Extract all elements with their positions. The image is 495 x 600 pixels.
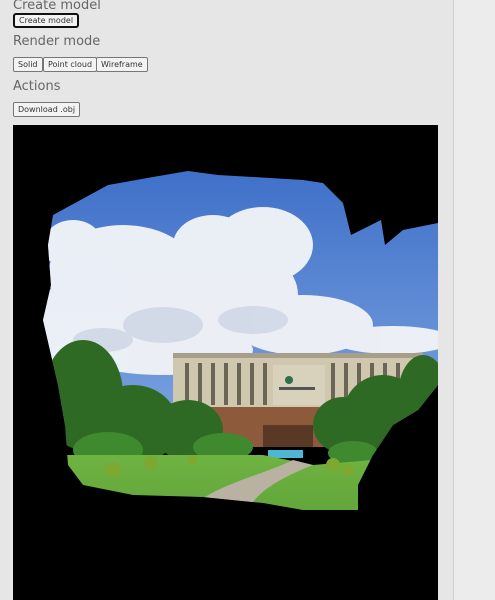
render-mode-heading: Render mode: [13, 34, 101, 49]
side-strip: [454, 0, 495, 600]
render-solid-button[interactable]: Solid: [13, 57, 43, 72]
3d-viewport[interactable]: [13, 125, 438, 600]
actions-heading: Actions: [13, 79, 61, 94]
download-obj-button[interactable]: Download .obj: [13, 102, 81, 117]
render-point-cloud-button[interactable]: Point cloud: [43, 57, 98, 72]
create-model-heading: Create model: [13, 0, 101, 13]
control-panel: Create model Create model Render mode So…: [0, 0, 454, 600]
create-model-button[interactable]: Create model: [13, 13, 80, 28]
model-render: [13, 125, 438, 600]
render-wireframe-button[interactable]: Wireframe: [96, 57, 148, 72]
